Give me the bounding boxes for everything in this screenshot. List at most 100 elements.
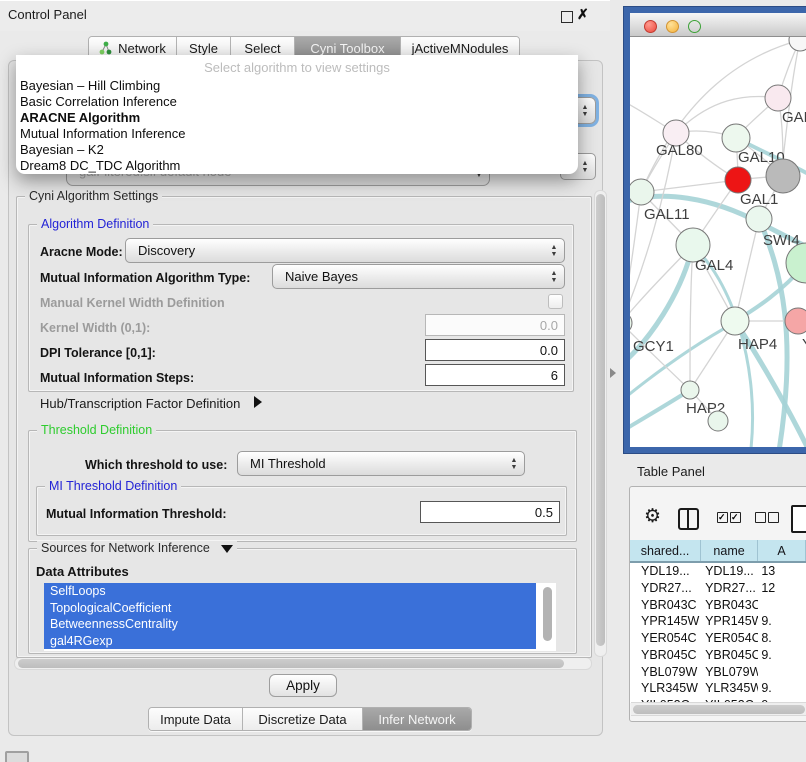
- dropdown-item[interactable]: Basic Correlation Inference: [16, 94, 578, 110]
- table-horizontal-scrollbar[interactable]: [631, 702, 806, 716]
- dropdown-item[interactable]: Bayesian – K2: [16, 142, 578, 158]
- table-cell: 9.: [758, 613, 806, 630]
- node-label: Y: [802, 336, 806, 353]
- manual-kernel-checkbox[interactable]: [548, 294, 563, 309]
- table-row[interactable]: YBR043CYBR043C: [630, 597, 806, 614]
- attribute-list[interactable]: SelfLoopsTopologicalCoefficientBetweenne…: [44, 583, 556, 651]
- attribute-item[interactable]: BetweennessCentrality: [44, 616, 536, 633]
- dpi-tolerance-field[interactable]: 0.0: [425, 339, 565, 361]
- table-row[interactable]: YER054CYER054C8.: [630, 630, 806, 647]
- mi-threshold-field[interactable]: 0.5: [420, 501, 560, 523]
- table-row[interactable]: YBR045CYBR045C9.: [630, 647, 806, 664]
- dropdown-item[interactable]: Mutual Information Inference: [16, 126, 578, 142]
- network-edge: [630, 133, 676, 323]
- table-cell: YBR045C: [630, 647, 702, 664]
- network-node-gal10[interactable]: [722, 124, 750, 152]
- table-header: shared...nameA: [630, 540, 806, 563]
- tab-label: Impute Data: [160, 712, 231, 727]
- network-node[interactable]: [766, 159, 800, 193]
- network-node[interactable]: [786, 243, 806, 283]
- table-cell: YER054C: [630, 630, 702, 647]
- scrollbar-thumb[interactable]: [18, 659, 564, 668]
- table-row[interactable]: YBL079WYBL079W: [630, 664, 806, 681]
- deselect-all-icon[interactable]: [755, 512, 779, 523]
- network-edge: [641, 180, 738, 192]
- gear-icon[interactable]: ⚙: [644, 505, 661, 527]
- table-cell: 8.: [758, 630, 806, 647]
- network-node[interactable]: [789, 37, 806, 51]
- mi-steps-label: Mutual Information Steps:: [40, 371, 194, 385]
- table-row[interactable]: YDL19...YDL19...13: [630, 563, 806, 580]
- column-header-3[interactable]: A: [758, 540, 806, 561]
- network-node-gal1[interactable]: [725, 167, 751, 193]
- manual-kernel-label: Manual Kernel Width Definition: [40, 296, 225, 310]
- network-node-gal[interactable]: [765, 85, 791, 111]
- network-node-gal11[interactable]: [630, 179, 654, 205]
- group-title: MI Threshold Definition: [45, 479, 181, 493]
- select-all-icon[interactable]: ✓ ✓: [717, 512, 741, 523]
- zoom-traffic-light[interactable]: [688, 20, 701, 33]
- mi-type-value: Naive Bayes: [273, 269, 544, 284]
- table-row[interactable]: YPR145WYPR145W9.: [630, 613, 806, 630]
- sources-title: Sources for Network Inference: [41, 541, 210, 555]
- bottom-tab-discretize-data[interactable]: Discretize Data: [243, 708, 363, 730]
- network-window-titlebar[interactable]: [630, 13, 806, 37]
- scrollbar-thumb[interactable]: [596, 194, 605, 646]
- attribute-item[interactable]: gal4RGexp: [44, 633, 536, 650]
- attribute-item[interactable]: TopologicalCoefficient: [44, 600, 536, 617]
- attribute-item[interactable]: SelfLoops: [44, 583, 536, 600]
- network-node-swi4[interactable]: [746, 206, 772, 232]
- dropdown-item[interactable]: Dream8 DC_TDC Algorithm: [16, 158, 578, 174]
- mi-steps-field[interactable]: 6: [425, 364, 565, 386]
- table-cell: YBR043C: [630, 597, 702, 614]
- bottom-tab-impute-data[interactable]: Impute Data: [149, 708, 243, 730]
- table-cell: YPR145W: [702, 613, 758, 630]
- table-cell: YLR345W: [702, 680, 758, 697]
- table-row[interactable]: YLR345WYLR345W9.: [630, 680, 806, 697]
- node-label: GAL: [782, 109, 806, 126]
- collapse-arrow-icon[interactable]: [221, 545, 233, 553]
- network-canvas[interactable]: GALGAL80GAL10GAL1GAL11SWI4GAL4GCY1HAP4YH…: [630, 37, 806, 447]
- splitter-handle[interactable]: [610, 368, 616, 378]
- close-panel-button[interactable]: ✗: [577, 6, 589, 23]
- network-node[interactable]: [708, 411, 728, 431]
- application-window: Control Panel ✗ NetworkStyleSelectCyni T…: [0, 0, 806, 762]
- aracne-mode-combo[interactable]: Discovery ▲▼: [125, 238, 565, 263]
- dropdown-prompt: Select algorithm to view settings: [16, 60, 578, 75]
- settings-vertical-scrollbar[interactable]: [594, 190, 607, 657]
- minimize-traffic-light[interactable]: [666, 20, 679, 33]
- table-cell: YLR345W: [630, 680, 702, 697]
- close-traffic-light[interactable]: [644, 20, 657, 33]
- table-cell: 9.: [758, 680, 806, 697]
- document-icon[interactable]: [791, 505, 806, 533]
- dropdown-item[interactable]: ARACNE Algorithm: [16, 110, 578, 126]
- settings-horizontal-scrollbar[interactable]: [14, 657, 592, 670]
- stepper-icon: ▲▼: [575, 104, 595, 118]
- node-label: GAL11: [644, 206, 690, 223]
- bottom-tab-infer-network[interactable]: Infer Network: [363, 708, 471, 730]
- which-threshold-combo[interactable]: MI Threshold ▲▼: [237, 451, 525, 476]
- mi-type-combo[interactable]: Naive Bayes ▲▼: [272, 264, 565, 289]
- apply-button[interactable]: Apply: [269, 674, 337, 697]
- table-row[interactable]: YDR27...YDR27...12: [630, 580, 806, 597]
- columns-icon[interactable]: [678, 508, 699, 530]
- network-node-hap4[interactable]: [721, 307, 749, 335]
- hub-expander[interactable]: Hub/Transcription Factor Definition: [40, 396, 262, 411]
- mi-steps-value: 6: [551, 368, 558, 383]
- column-header-1[interactable]: shared...: [630, 540, 701, 561]
- list-scrollbar-thumb[interactable]: [543, 587, 552, 641]
- scrollbar-thumb[interactable]: [633, 705, 805, 714]
- dropdown-item[interactable]: Bayesian – Hill Climbing: [16, 78, 578, 94]
- network-node-hap2[interactable]: [681, 381, 699, 399]
- float-panel-button[interactable]: [561, 11, 573, 23]
- table-cell: YDR27...: [702, 580, 758, 597]
- stepper-icon: ▲▼: [504, 457, 524, 471]
- column-header-2[interactable]: name: [701, 540, 758, 561]
- network-node-gcy1[interactable]: [630, 312, 632, 334]
- table-cell: YBR043C: [702, 597, 758, 614]
- which-threshold-value: MI Threshold: [238, 456, 504, 471]
- kernel-width-value: 0.0: [540, 318, 558, 333]
- network-node-y[interactable]: [785, 308, 806, 334]
- kernel-width-field[interactable]: 0.0: [425, 314, 565, 336]
- collapsed-panel-icon[interactable]: [5, 751, 29, 762]
